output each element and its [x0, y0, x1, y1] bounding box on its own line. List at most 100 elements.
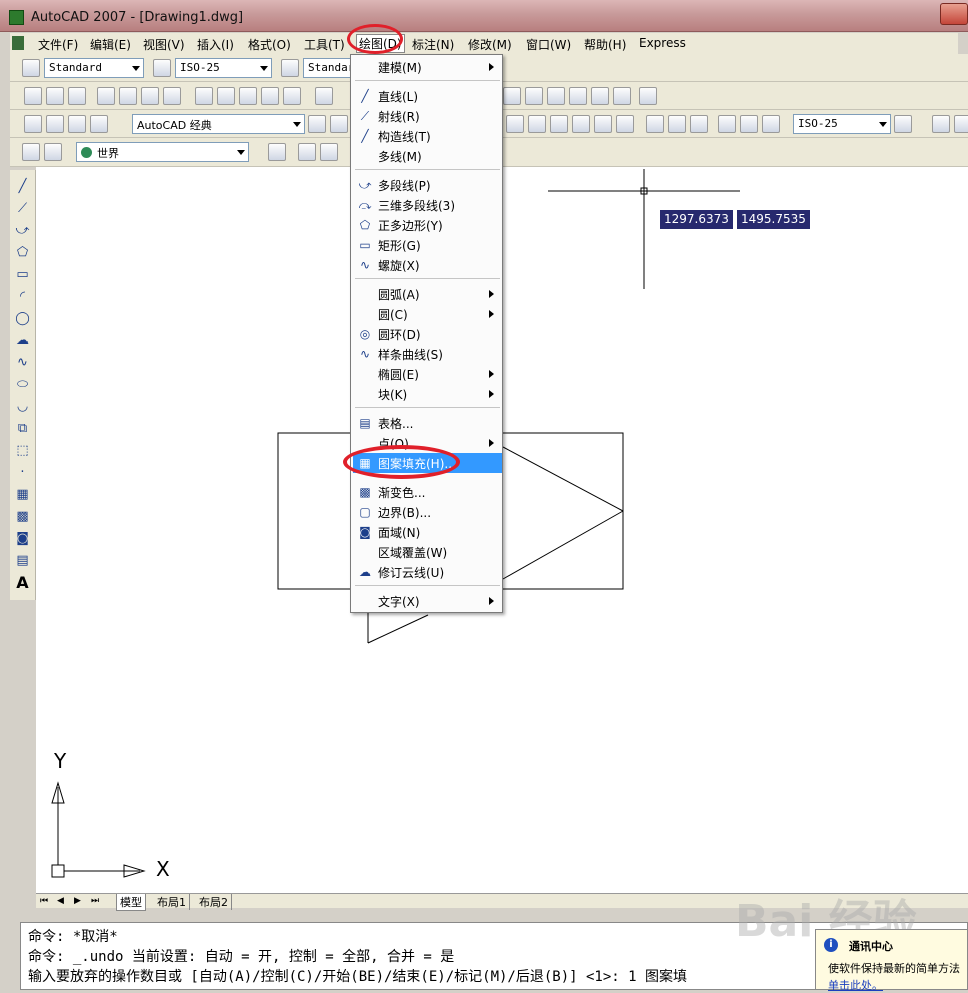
solid-edit-2-icon[interactable]: [320, 143, 338, 161]
ellipse-arc-icon[interactable]: ◡: [14, 398, 31, 415]
dim-text-edit-icon[interactable]: [740, 115, 758, 133]
menu-help[interactable]: 帮助(H): [584, 36, 626, 53]
xline-icon[interactable]: ⟋: [14, 200, 31, 217]
print-icon[interactable]: [97, 87, 115, 105]
draw-menu-item-donut[interactable]: ◎ 圆环(D): [353, 324, 502, 344]
help-icon[interactable]: [639, 87, 657, 105]
autocad-app-icon[interactable]: [9, 10, 24, 25]
tab-layout1[interactable]: 布局1: [154, 894, 190, 910]
comm-center-link[interactable]: 单击此处。: [828, 977, 883, 993]
document-icon[interactable]: [12, 36, 24, 50]
zoom-prev-icon[interactable]: [330, 115, 348, 133]
leader-icon[interactable]: [646, 115, 664, 133]
draw-menu-item-ray[interactable]: ⟋ 射线(R): [353, 106, 502, 126]
publish-icon[interactable]: [141, 87, 159, 105]
draw-menu-item-xline[interactable]: ╱ 构造线(T): [353, 126, 502, 146]
draw-menu-item-rectangle[interactable]: ▭ 矩形(G): [353, 235, 502, 255]
menu-modify[interactable]: 修改(M): [468, 36, 512, 53]
dim-style-select[interactable]: ISO-25: [175, 58, 272, 78]
dim-style-icon[interactable]: [153, 59, 171, 77]
dim-update-icon[interactable]: [762, 115, 780, 133]
draw-menu-item-3dpoly[interactable]: ⤼ 三维多段线(3): [353, 195, 502, 215]
rectangle-icon[interactable]: ▭: [14, 266, 31, 283]
menu-insert[interactable]: 插入(I): [197, 36, 234, 53]
paste-icon[interactable]: [239, 87, 257, 105]
draw-menu-item-spline[interactable]: ∿ 样条曲线(S): [353, 344, 502, 364]
tab-next-icon[interactable]: ▶: [74, 896, 81, 906]
dim-style-manager-icon[interactable]: [894, 115, 912, 133]
ucs-select[interactable]: 世界: [76, 142, 249, 162]
tool-palettes-icon[interactable]: [547, 87, 565, 105]
workspace-save-icon[interactable]: [24, 115, 42, 133]
markup-icon[interactable]: [591, 87, 609, 105]
drawn-line-1[interactable]: [502, 446, 624, 512]
open-icon[interactable]: [46, 87, 64, 105]
draw-menu-item-polyline[interactable]: ⤻ 多段线(P): [353, 175, 502, 195]
calculator-icon[interactable]: [613, 87, 631, 105]
properties-icon[interactable]: [503, 87, 521, 105]
menu-window[interactable]: 窗口(W): [526, 36, 571, 53]
tab-model[interactable]: 模型: [116, 894, 146, 911]
draw-menu-item-revcloud[interactable]: ☁ 修订云线(U): [353, 562, 502, 582]
dim-angular-icon[interactable]: [550, 115, 568, 133]
mtext-icon[interactable]: A: [14, 574, 31, 591]
polygon-icon[interactable]: ⬠: [14, 244, 31, 261]
draw-menu-item-arc[interactable]: 圆弧(A): [353, 284, 502, 304]
draw-menu-item-line[interactable]: ╱ 直线(L): [353, 86, 502, 106]
polyline-icon[interactable]: ⤻: [14, 222, 31, 239]
circle-icon[interactable]: ◯: [14, 310, 31, 327]
spline-icon[interactable]: ∿: [14, 354, 31, 371]
block-editor-icon[interactable]: [283, 87, 301, 105]
ellipse-icon[interactable]: ⬭: [14, 376, 31, 393]
drawn-line-2[interactable]: [502, 510, 624, 580]
insert-block-icon[interactable]: ⧉: [14, 420, 31, 437]
dim-diameter-icon[interactable]: [528, 115, 546, 133]
menu-edit[interactable]: 编辑(E): [90, 36, 131, 53]
ucs-manager-icon[interactable]: [44, 143, 62, 161]
zoom-window-icon[interactable]: [308, 115, 326, 133]
revcloud-icon[interactable]: ☁: [14, 332, 31, 349]
menu-view[interactable]: 视图(V): [143, 36, 185, 53]
table-style-icon[interactable]: [281, 59, 299, 77]
hatch-icon[interactable]: ▦: [14, 486, 31, 503]
dim-baseline-icon[interactable]: [572, 115, 590, 133]
solid-edit-icon[interactable]: [298, 143, 316, 161]
center-mark-icon[interactable]: [690, 115, 708, 133]
ucs-icon[interactable]: [22, 143, 40, 161]
comm-center-balloon[interactable]: i 通讯中心 使软件保持最新的简单方法 单击此处。: [815, 929, 968, 993]
menu-format[interactable]: 格式(O): [248, 36, 291, 53]
tab-last-icon[interactable]: ⏭: [91, 896, 99, 906]
draw-menu-item-boundary[interactable]: ▢ 边界(B)...: [353, 502, 502, 522]
draw-menu-item-helix[interactable]: ∿ 螺旋(X): [353, 255, 502, 275]
layer-manager-icon[interactable]: [932, 115, 950, 133]
region-icon[interactable]: ◙: [14, 530, 31, 547]
dim-style-select-right[interactable]: ISO-25: [793, 114, 891, 134]
workspace-settings-icon[interactable]: [46, 115, 64, 133]
copy-icon[interactable]: [217, 87, 235, 105]
draw-menu-item-region[interactable]: ◙ 面域(N): [353, 522, 502, 542]
layer-prev-icon[interactable]: [90, 115, 108, 133]
menu-express[interactable]: Express: [639, 36, 686, 50]
draw-menu-item-table[interactable]: ▤ 表格...: [353, 413, 502, 433]
tab-first-icon[interactable]: ⏮: [40, 896, 48, 906]
menu-tools[interactable]: 工具(T): [304, 36, 345, 53]
text-style-icon[interactable]: [22, 59, 40, 77]
3d-dwf-icon[interactable]: [163, 87, 181, 105]
gradient-icon[interactable]: ▩: [14, 508, 31, 525]
point-icon[interactable]: ·: [14, 464, 31, 481]
undo-icon[interactable]: [315, 87, 333, 105]
dim-edit-icon[interactable]: [718, 115, 736, 133]
draw-menu-item-block[interactable]: 块(K): [353, 384, 502, 404]
make-block-icon[interactable]: ⬚: [14, 442, 31, 459]
line-icon[interactable]: ╱: [14, 178, 31, 195]
draw-menu-item-text[interactable]: 文字(X): [353, 591, 502, 611]
draw-menu-item-mline[interactable]: 多线(M): [353, 146, 502, 166]
print-preview-icon[interactable]: [119, 87, 137, 105]
sheet-set-icon[interactable]: [569, 87, 587, 105]
menu-dimension[interactable]: 标注(N): [412, 36, 454, 53]
arc-icon[interactable]: ◜: [14, 288, 31, 305]
dim-radius-icon[interactable]: [506, 115, 524, 133]
draw-menu-item-wipeout[interactable]: 区域覆盖(W): [353, 542, 502, 562]
match-properties-icon[interactable]: [261, 87, 279, 105]
draw-menu-item-ellipse[interactable]: 椭圆(E): [353, 364, 502, 384]
